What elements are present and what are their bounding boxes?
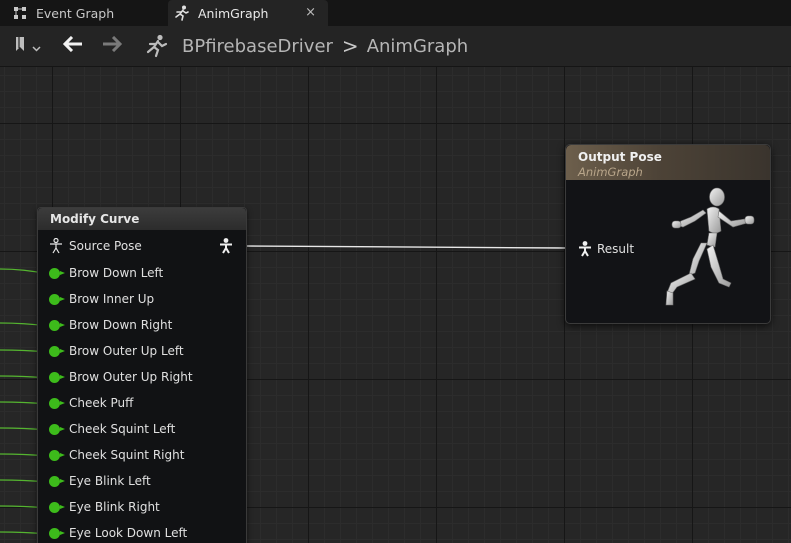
curve-pin-row[interactable]: Brow Down Right <box>38 315 172 335</box>
forward-button[interactable] <box>99 34 125 58</box>
curve-pin-row[interactable]: Eye Look Down Left <box>38 523 187 543</box>
float-pin-icon[interactable] <box>49 345 65 357</box>
bookmark-dropdown-button[interactable] <box>10 34 44 58</box>
float-pin-icon[interactable] <box>49 501 65 513</box>
close-icon[interactable]: × <box>305 5 316 20</box>
float-pin-icon[interactable] <box>49 475 65 487</box>
curve-pin-label: Cheek Puff <box>69 396 134 410</box>
result-pin-row[interactable]: Result <box>566 239 634 259</box>
anim-graph-icon <box>143 34 171 58</box>
graph-toolbar: BPfirebaseDriver > AnimGraph <box>0 26 791 67</box>
breadcrumb: BPfirebaseDriver > AnimGraph <box>182 33 468 59</box>
output-node-title: Output Pose <box>578 150 662 164</box>
tab-label: Event Graph <box>36 5 115 21</box>
curve-pin-label: Brow Outer Up Right <box>69 370 193 384</box>
curve-pin-label: Brow Down Left <box>69 266 164 280</box>
source-pose-pin-row[interactable]: Source Pose <box>38 236 142 256</box>
curve-pin-row[interactable]: Cheek Squint Right <box>38 445 184 465</box>
curve-pin-label: Cheek Squint Left <box>69 422 176 436</box>
curve-pin-label: Brow Down Right <box>69 318 173 332</box>
pose-wire <box>244 245 567 249</box>
result-label: Result <box>597 242 635 256</box>
arrow-right-icon <box>102 35 123 56</box>
float-pin-icon[interactable] <box>49 267 65 279</box>
curve-pin-label: Cheek Squint Right <box>69 448 185 462</box>
output-node-subtitle: AnimGraph <box>578 165 643 179</box>
node-title: Modify Curve <box>38 208 246 230</box>
curve-pin-row[interactable]: Cheek Puff <box>38 393 133 413</box>
source-pose-label: Source Pose <box>69 239 142 253</box>
curve-pin-label: Brow Inner Up <box>69 292 155 306</box>
curve-pin-label: Eye Look Down Left <box>69 526 188 540</box>
curve-pin-row[interactable]: Brow Outer Up Left <box>38 341 184 361</box>
curve-pin-row[interactable]: Eye Blink Right <box>38 497 160 517</box>
curve-pin-row[interactable]: Eye Blink Left <box>38 471 151 491</box>
curve-pin-label: Eye Blink Left <box>69 474 151 488</box>
tab-anim-graph[interactable]: AnimGraph × <box>168 0 328 26</box>
pose-output-pin-icon[interactable] <box>219 238 233 254</box>
chevron-down-icon <box>31 37 41 56</box>
output-pose-node[interactable]: Output Pose AnimGraph Result <box>565 144 771 324</box>
float-pin-icon[interactable] <box>49 527 65 539</box>
back-button[interactable] <box>60 34 86 58</box>
mannequin-running-icon <box>661 183 771 317</box>
bookmark-icon <box>14 36 28 56</box>
breadcrumb-separator: > <box>341 34 359 58</box>
float-pin-icon[interactable] <box>49 371 65 383</box>
event-graph-icon <box>12 5 28 21</box>
arrow-left-icon <box>62 35 83 56</box>
tab-event-graph[interactable]: Event Graph <box>0 0 165 26</box>
float-pin-icon[interactable] <box>49 397 65 409</box>
tab-bar: Event Graph AnimGraph × <box>0 0 791 26</box>
curve-pin-row[interactable]: Brow Inner Up <box>38 289 154 309</box>
pose-input-pin-icon <box>578 241 592 257</box>
float-pin-icon[interactable] <box>49 293 65 305</box>
curve-pin-row[interactable]: Brow Down Left <box>38 263 163 283</box>
output-node-header: Output Pose AnimGraph <box>566 145 770 180</box>
breadcrumb-animgraph[interactable]: AnimGraph <box>367 36 468 57</box>
curve-pin-label: Eye Blink Right <box>69 500 160 514</box>
float-pin-icon[interactable] <box>49 319 65 331</box>
anim-runner-icon <box>174 5 190 21</box>
curve-pin-row[interactable]: Brow Outer Up Right <box>38 367 193 387</box>
curve-pin-label: Brow Outer Up Left <box>69 344 184 358</box>
tab-label: AnimGraph <box>198 5 269 21</box>
float-pin-icon[interactable] <box>49 449 65 461</box>
pose-pin-icon <box>49 238 63 254</box>
modify-curve-node[interactable]: Modify Curve Source Pose Brow Down Left B… <box>37 207 247 543</box>
curve-pin-row[interactable]: Cheek Squint Left <box>38 419 175 439</box>
graph-canvas[interactable]: Modify Curve Source Pose Brow Down Left B… <box>0 67 791 543</box>
breadcrumb-blueprint[interactable]: BPfirebaseDriver <box>182 36 333 57</box>
float-pin-icon[interactable] <box>49 423 65 435</box>
